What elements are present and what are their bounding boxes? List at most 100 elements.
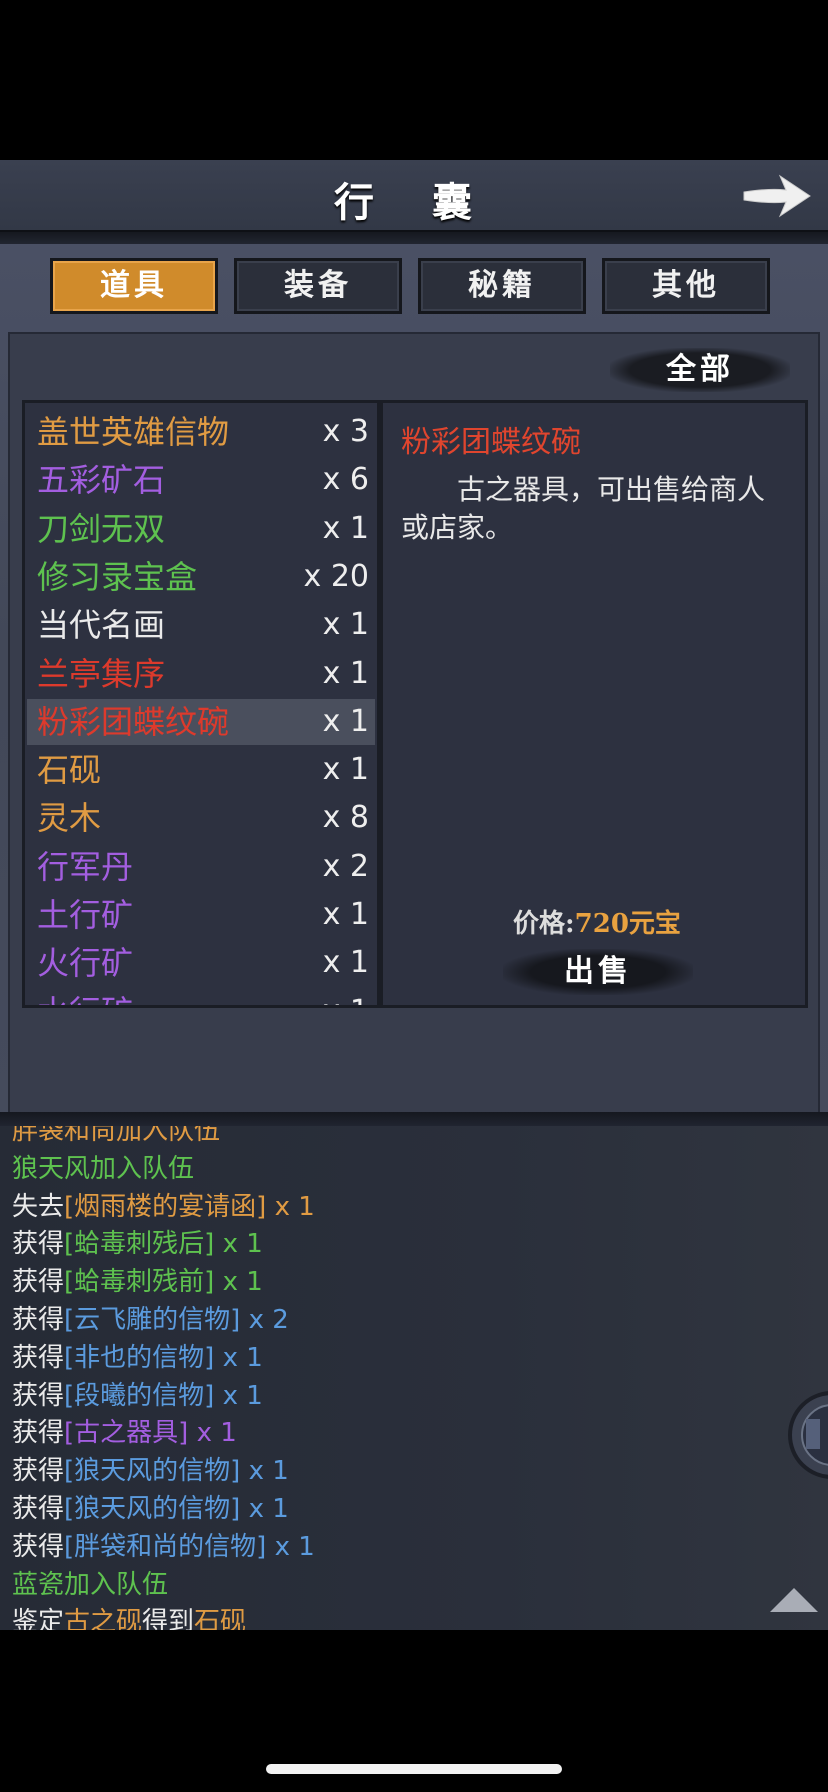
- list-item[interactable]: 当代名画 x 1: [27, 602, 375, 648]
- log-line: 获得[非也的信物] x 1: [12, 1341, 263, 1375]
- price-label: 价格:: [513, 909, 575, 939]
- list-item[interactable]: 行军丹 x 2: [27, 844, 375, 890]
- log-text: [胖袋和尚的信物]: [64, 1531, 267, 1562]
- item-quantity: x 1: [322, 945, 369, 981]
- header-bar: 行 囊: [0, 160, 828, 232]
- log-text: 胖袋和尚加入队伍: [12, 1126, 221, 1146]
- item-name: 当代名画: [37, 606, 166, 645]
- log-text: [蛤毒刺残前]: [64, 1267, 215, 1298]
- item-quantity: x 8: [322, 800, 369, 836]
- item-name: 五彩矿石: [37, 461, 166, 500]
- home-indicator[interactable]: [266, 1764, 562, 1774]
- tab-items[interactable]: 道具: [50, 258, 218, 314]
- log-text: x 1: [240, 1456, 289, 1487]
- log-text: [段曦的信物]: [64, 1380, 215, 1411]
- item-name: 粉彩团蝶纹碗: [37, 702, 230, 741]
- item-quantity: x 1: [322, 897, 369, 932]
- item-quantity: x 1: [323, 991, 369, 1005]
- log-text: 获得: [12, 1380, 65, 1411]
- sell-button[interactable]: 出售: [503, 949, 693, 995]
- log-text: x 1: [266, 1191, 315, 1222]
- item-name: 兰亭集序: [37, 654, 166, 693]
- item-name: 水行矿: [37, 991, 133, 1005]
- log-line: 获得[古之器具] x 1: [12, 1416, 237, 1450]
- log-line: 鉴定古之砚得到石砚: [12, 1605, 246, 1630]
- log-text: x 1: [214, 1267, 263, 1298]
- item-name: 行军丹: [37, 847, 134, 886]
- message-log[interactable]: 胖袋和尚加入队伍狼天风加入队伍失去[烟雨楼的宴请函] x 1 获得[蛤毒刺残后] …: [0, 1126, 828, 1630]
- item-name: 土行矿: [37, 896, 134, 934]
- inventory-screen: 行 囊 道具 装备 秘籍 其他 全部 盖世英雄信物 x 3 五彩矿石 x 6 刀剑无双 x…: [0, 160, 828, 1630]
- price-value: 720元宝: [574, 909, 681, 939]
- medal-icon[interactable]: [786, 1385, 828, 1485]
- item-quantity: x 1: [322, 703, 369, 739]
- log-line: 狼天风加入队伍: [12, 1152, 194, 1186]
- log-line: 获得[段曦的信物] x 1: [12, 1379, 263, 1413]
- log-text: x 2: [240, 1305, 289, 1335]
- item-quantity: x 1: [322, 752, 369, 788]
- log-text: x 1: [188, 1418, 237, 1449]
- list-item[interactable]: 兰亭集序 x 1: [27, 651, 375, 697]
- log-text: 获得: [12, 1418, 65, 1449]
- tab-manuals[interactable]: 秘籍: [418, 258, 586, 314]
- item-name: 石砚: [37, 751, 102, 790]
- list-item[interactable]: 土行矿 x 1: [27, 892, 375, 938]
- item-quantity: x 6: [322, 462, 369, 498]
- list-item[interactable]: 修习录宝盒 x 20: [27, 554, 375, 600]
- list-item[interactable]: 粉彩团蝶纹碗 x 1: [27, 698, 375, 745]
- item-name: 刀剑无双: [37, 509, 166, 548]
- price-text: 价格:720元宝: [383, 903, 811, 940]
- item-name: 火行矿: [37, 944, 134, 983]
- item-quantity: x 2: [322, 848, 369, 884]
- log-divider: [0, 1112, 828, 1126]
- scroll-up-triangle-icon[interactable]: [770, 1586, 818, 1616]
- item-quantity: x 1: [322, 510, 369, 546]
- category-tabs: 道具 装备 秘籍 其他: [50, 258, 780, 318]
- log-text: 获得: [12, 1531, 65, 1562]
- item-quantity: x 1: [322, 607, 369, 643]
- list-item[interactable]: 五彩矿石 x 6: [27, 457, 375, 503]
- log-line: 获得[狼天风的信物] x 1: [12, 1492, 289, 1526]
- tab-equipment[interactable]: 装备: [234, 258, 402, 314]
- arrow-right-icon[interactable]: [740, 168, 814, 224]
- log-text: 失去: [12, 1191, 65, 1222]
- log-text: [云飞雕的信物]: [64, 1305, 241, 1335]
- log-text: 石砚: [194, 1607, 247, 1630]
- log-text: [狼天风的信物]: [64, 1494, 241, 1524]
- list-item[interactable]: 灵木 x 8: [27, 795, 375, 841]
- list-item[interactable]: 石砚 x 1: [27, 747, 375, 793]
- log-text: [狼天风的信物]: [64, 1456, 241, 1487]
- log-text: 获得: [12, 1229, 65, 1260]
- list-item[interactable]: 刀剑无双 x 1: [27, 506, 375, 552]
- log-text: 蓝瓷加入队伍: [12, 1569, 169, 1600]
- log-line: 获得[云飞雕的信物] x 2: [12, 1303, 289, 1337]
- item-list[interactable]: 盖世英雄信物 x 3 五彩矿石 x 6 刀剑无双 x 1 修习录宝盒 x 20 当代名画 x 1兰…: [22, 400, 380, 1008]
- log-text: 获得: [12, 1342, 65, 1373]
- filter-dropdown[interactable]: 全部: [610, 348, 790, 392]
- log-text: [非也的信物]: [64, 1342, 215, 1373]
- log-line: 获得[胖袋和尚的信物] x 1: [12, 1530, 315, 1564]
- item-name: 灵木: [37, 799, 102, 838]
- log-text: [蛤毒刺残后]: [64, 1229, 215, 1260]
- tab-other[interactable]: 其他: [602, 258, 770, 314]
- log-text: 获得: [12, 1456, 65, 1487]
- log-text: 获得: [12, 1494, 65, 1524]
- inventory-panel: 全部 盖世英雄信物 x 3 五彩矿石 x 6 刀剑无双 x 1 修习录宝盒 x 20 当代名画 x…: [8, 332, 820, 1190]
- log-text: 获得: [12, 1267, 65, 1298]
- log-text: 得到: [142, 1607, 195, 1630]
- list-item[interactable]: 火行矿 x 1: [27, 940, 375, 986]
- log-text: 古之砚: [64, 1607, 143, 1630]
- item-quantity: x 20: [303, 558, 369, 594]
- list-item[interactable]: 盖世英雄信物 x 3: [27, 409, 375, 455]
- item-name: 盖世英雄信物: [37, 413, 230, 451]
- log-line: 失去[烟雨楼的宴请函] x 1: [12, 1190, 315, 1224]
- log-line: 胖袋和尚加入队伍: [12, 1126, 220, 1148]
- list-item[interactable]: 水行矿 x 1: [27, 989, 375, 1005]
- item-detail: 粉彩团蝶纹碗 古之器具，可出售给商人或店家。 价格:720元宝 出售: [380, 400, 808, 1008]
- detail-item-name: 粉彩团蝶纹碗: [401, 425, 581, 460]
- log-line: 获得[狼天风的信物] x 1: [12, 1454, 289, 1488]
- log-text: 狼天风加入队伍: [12, 1153, 195, 1184]
- log-line: 获得[蛤毒刺残后] x 1: [12, 1227, 263, 1261]
- item-quantity: x 1: [322, 655, 369, 691]
- log-text: x 1: [266, 1531, 315, 1562]
